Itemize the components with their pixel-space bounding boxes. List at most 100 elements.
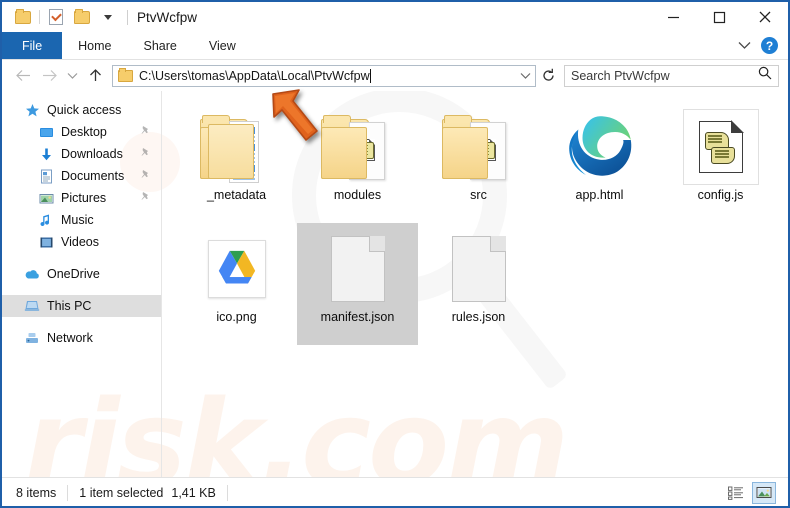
folder-icon[interactable]	[10, 4, 36, 30]
network-icon	[24, 330, 40, 346]
new-folder-icon[interactable]	[69, 4, 95, 30]
downloads-icon	[38, 146, 54, 162]
windows-script-icon	[682, 107, 759, 187]
sidebar-item-label: OneDrive	[47, 267, 100, 281]
tab-home[interactable]: Home	[62, 32, 127, 59]
address-input[interactable]: C:\Users\tomas\AppData\Local\PtvWcfpw	[112, 64, 536, 87]
refresh-icon[interactable]	[536, 63, 560, 89]
selection-text: 1 item selected	[79, 485, 164, 500]
close-button[interactable]	[742, 2, 788, 32]
pin-icon[interactable]	[140, 191, 151, 205]
sidebar-item-videos[interactable]: Videos	[2, 231, 161, 253]
address-bar: C:\Users\tomas\AppData\Local\PtvWcfpw Se…	[2, 60, 788, 91]
status-bar: 8 items 1 item selected 1,41 KB	[2, 477, 788, 506]
minimize-button[interactable]	[650, 2, 696, 32]
sidebar-item-quick-access[interactable]: Quick access	[2, 99, 161, 121]
file-label: config.js	[697, 188, 744, 202]
search-placeholder: Search PtvWcfpw	[571, 68, 670, 83]
file-label: ico.png	[216, 310, 257, 324]
maximize-button[interactable]	[696, 2, 742, 32]
address-path-text: C:\Users\tomas\AppData\Local\PtvWcfpw	[139, 68, 370, 83]
properties-icon[interactable]	[43, 4, 69, 30]
file-item[interactable]: _metadata	[176, 101, 297, 223]
blank-document-icon	[330, 229, 385, 309]
pictures-icon	[38, 190, 54, 206]
view-switch-buttons	[724, 481, 782, 504]
sidebar-item-downloads[interactable]: Downloads	[2, 143, 161, 165]
sidebar-item-label: Network	[47, 331, 93, 345]
text-cursor	[369, 68, 371, 83]
folder-with-document-icon	[199, 107, 274, 187]
blank-document-icon	[451, 229, 506, 309]
pin-icon[interactable]	[140, 169, 151, 183]
ribbon-right-controls: ?	[738, 32, 788, 59]
tab-file[interactable]: File	[2, 32, 63, 59]
ribbon-tab-bar: File Home Share View ?	[2, 32, 788, 60]
up-arrow-icon[interactable]	[82, 63, 108, 89]
folder-with-script-icon	[441, 107, 516, 187]
sidebar-item-network[interactable]: Network	[2, 327, 161, 349]
sidebar-item-label: Desktop	[61, 125, 107, 139]
help-icon[interactable]: ?	[761, 37, 778, 54]
file-label: app.html	[575, 188, 624, 202]
forward-arrow-icon[interactable]	[36, 63, 62, 89]
search-input[interactable]: Search PtvWcfpw	[564, 64, 779, 87]
window-title: PtvWcfpw	[137, 9, 198, 25]
google-drive-image-icon	[207, 229, 266, 309]
file-item[interactable]: rules.json	[418, 223, 539, 345]
sidebar-item-label: Music	[61, 213, 94, 227]
navigation-pane: Quick access Desktop Downloads Documents…	[2, 91, 161, 477]
details-view-icon[interactable]	[724, 482, 748, 504]
sidebar-item-documents[interactable]: Documents	[2, 165, 161, 187]
music-icon	[38, 212, 54, 228]
documents-icon	[38, 168, 54, 184]
item-count-text: 8 items	[16, 485, 57, 500]
sidebar-item-desktop[interactable]: Desktop	[2, 121, 161, 143]
file-label: manifest.json	[320, 310, 395, 324]
sidebar-item-pictures[interactable]: Pictures	[2, 187, 161, 209]
sidebar-item-label: Pictures	[61, 191, 107, 205]
star-icon	[24, 102, 40, 118]
icon-grid: _metadata modules src app.html config.js…	[176, 101, 788, 345]
file-item[interactable]: src	[418, 101, 539, 223]
status-divider	[67, 484, 69, 501]
sidebar-item-label: Downloads	[61, 147, 123, 161]
this-pc-icon	[24, 298, 40, 314]
pin-icon[interactable]	[140, 125, 151, 139]
file-item[interactable]: app.html	[539, 101, 660, 223]
file-list-pane[interactable]: _metadata modules src app.html config.js…	[162, 91, 788, 477]
selection-size-text: 1,41 KB	[171, 485, 216, 500]
title-bar: PtvWcfpw	[2, 2, 788, 32]
back-arrow-icon[interactable]	[10, 63, 36, 89]
chevron-down-icon[interactable]	[738, 37, 751, 55]
file-item[interactable]: modules	[297, 101, 418, 223]
edge-browser-icon	[565, 107, 635, 187]
sidebar-item-label: Documents	[61, 169, 125, 183]
customize-caret-icon[interactable]	[95, 4, 121, 30]
folder-icon	[118, 67, 133, 82]
file-label: rules.json	[451, 310, 506, 324]
address-dropdown-icon[interactable]	[514, 72, 531, 80]
toolbar-divider	[39, 10, 40, 24]
sidebar-item-this-pc[interactable]: This PC	[2, 295, 161, 317]
sidebar-item-onedrive[interactable]: OneDrive	[2, 263, 161, 285]
window-controls	[650, 2, 788, 32]
recent-locations-chevron-icon[interactable]	[62, 63, 82, 89]
large-icons-view-icon[interactable]	[752, 481, 776, 504]
folder-with-script-icon	[320, 107, 395, 187]
tab-share[interactable]: Share	[128, 32, 193, 59]
search-icon	[758, 66, 772, 85]
file-item[interactable]: ico.png	[176, 223, 297, 345]
pin-icon[interactable]	[140, 147, 151, 161]
file-explorer-window: risk.com PtvWcfpw File Home Share View ?…	[0, 0, 790, 508]
file-label: modules	[333, 188, 382, 202]
file-item[interactable]: config.js	[660, 101, 781, 223]
tab-view[interactable]: View	[193, 32, 252, 59]
file-label: _metadata	[206, 188, 267, 202]
sidebar-item-music[interactable]: Music	[2, 209, 161, 231]
desktop-icon	[38, 124, 54, 140]
file-item-selected[interactable]: manifest.json	[297, 223, 418, 345]
